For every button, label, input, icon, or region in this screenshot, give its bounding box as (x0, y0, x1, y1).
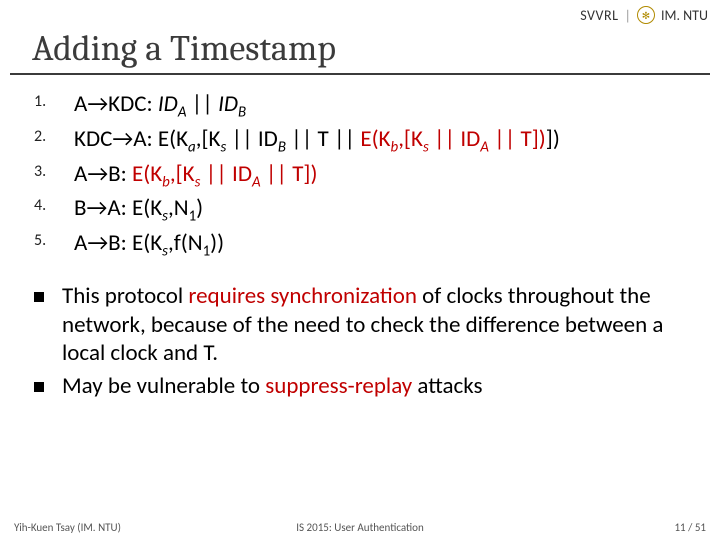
step-1: A→KDC: IDA || IDB (28, 89, 690, 123)
footer-course: IS 2015: User Authentication (296, 521, 424, 534)
divider: | (625, 7, 631, 24)
step-2: KDC→A: E(Ka,[Ks || IDB || T || E(Kb,[Ks … (28, 124, 690, 158)
step-3: A→B: E(Kb,[Ks || IDA || T]) (28, 159, 690, 193)
remark-list: This protocol requires synchronization o… (28, 282, 690, 401)
slide-header: SVVRL | ✻ IM. NTU (0, 0, 720, 26)
affiliation: IM. NTU (661, 7, 708, 24)
remark-1: This protocol requires synchronization o… (28, 282, 690, 368)
step-4: B→A: E(Ks,N1) (28, 193, 690, 227)
footer-page: 11 / 51 (674, 521, 706, 534)
footer-author: Yih-Kuen Tsay (IM. NTU) (14, 521, 121, 534)
remark-2: May be vulnerable to suppress-replay att… (28, 372, 690, 401)
slide-footer: Yih-Kuen Tsay (IM. NTU) IS 2015: User Au… (0, 521, 720, 534)
ntu-logo-icon: ✻ (637, 6, 655, 24)
slide-content: A→KDC: IDA || IDB KDC→A: E(Ka,[Ks || IDB… (0, 89, 720, 401)
slide-title: Adding a Timestamp (10, 26, 710, 75)
org-name: SVVRL (580, 7, 618, 24)
protocol-steps: A→KDC: IDA || IDB KDC→A: E(Ka,[Ks || IDB… (28, 89, 690, 262)
step-5: A→B: E(Ks,f(N1)) (28, 228, 690, 262)
